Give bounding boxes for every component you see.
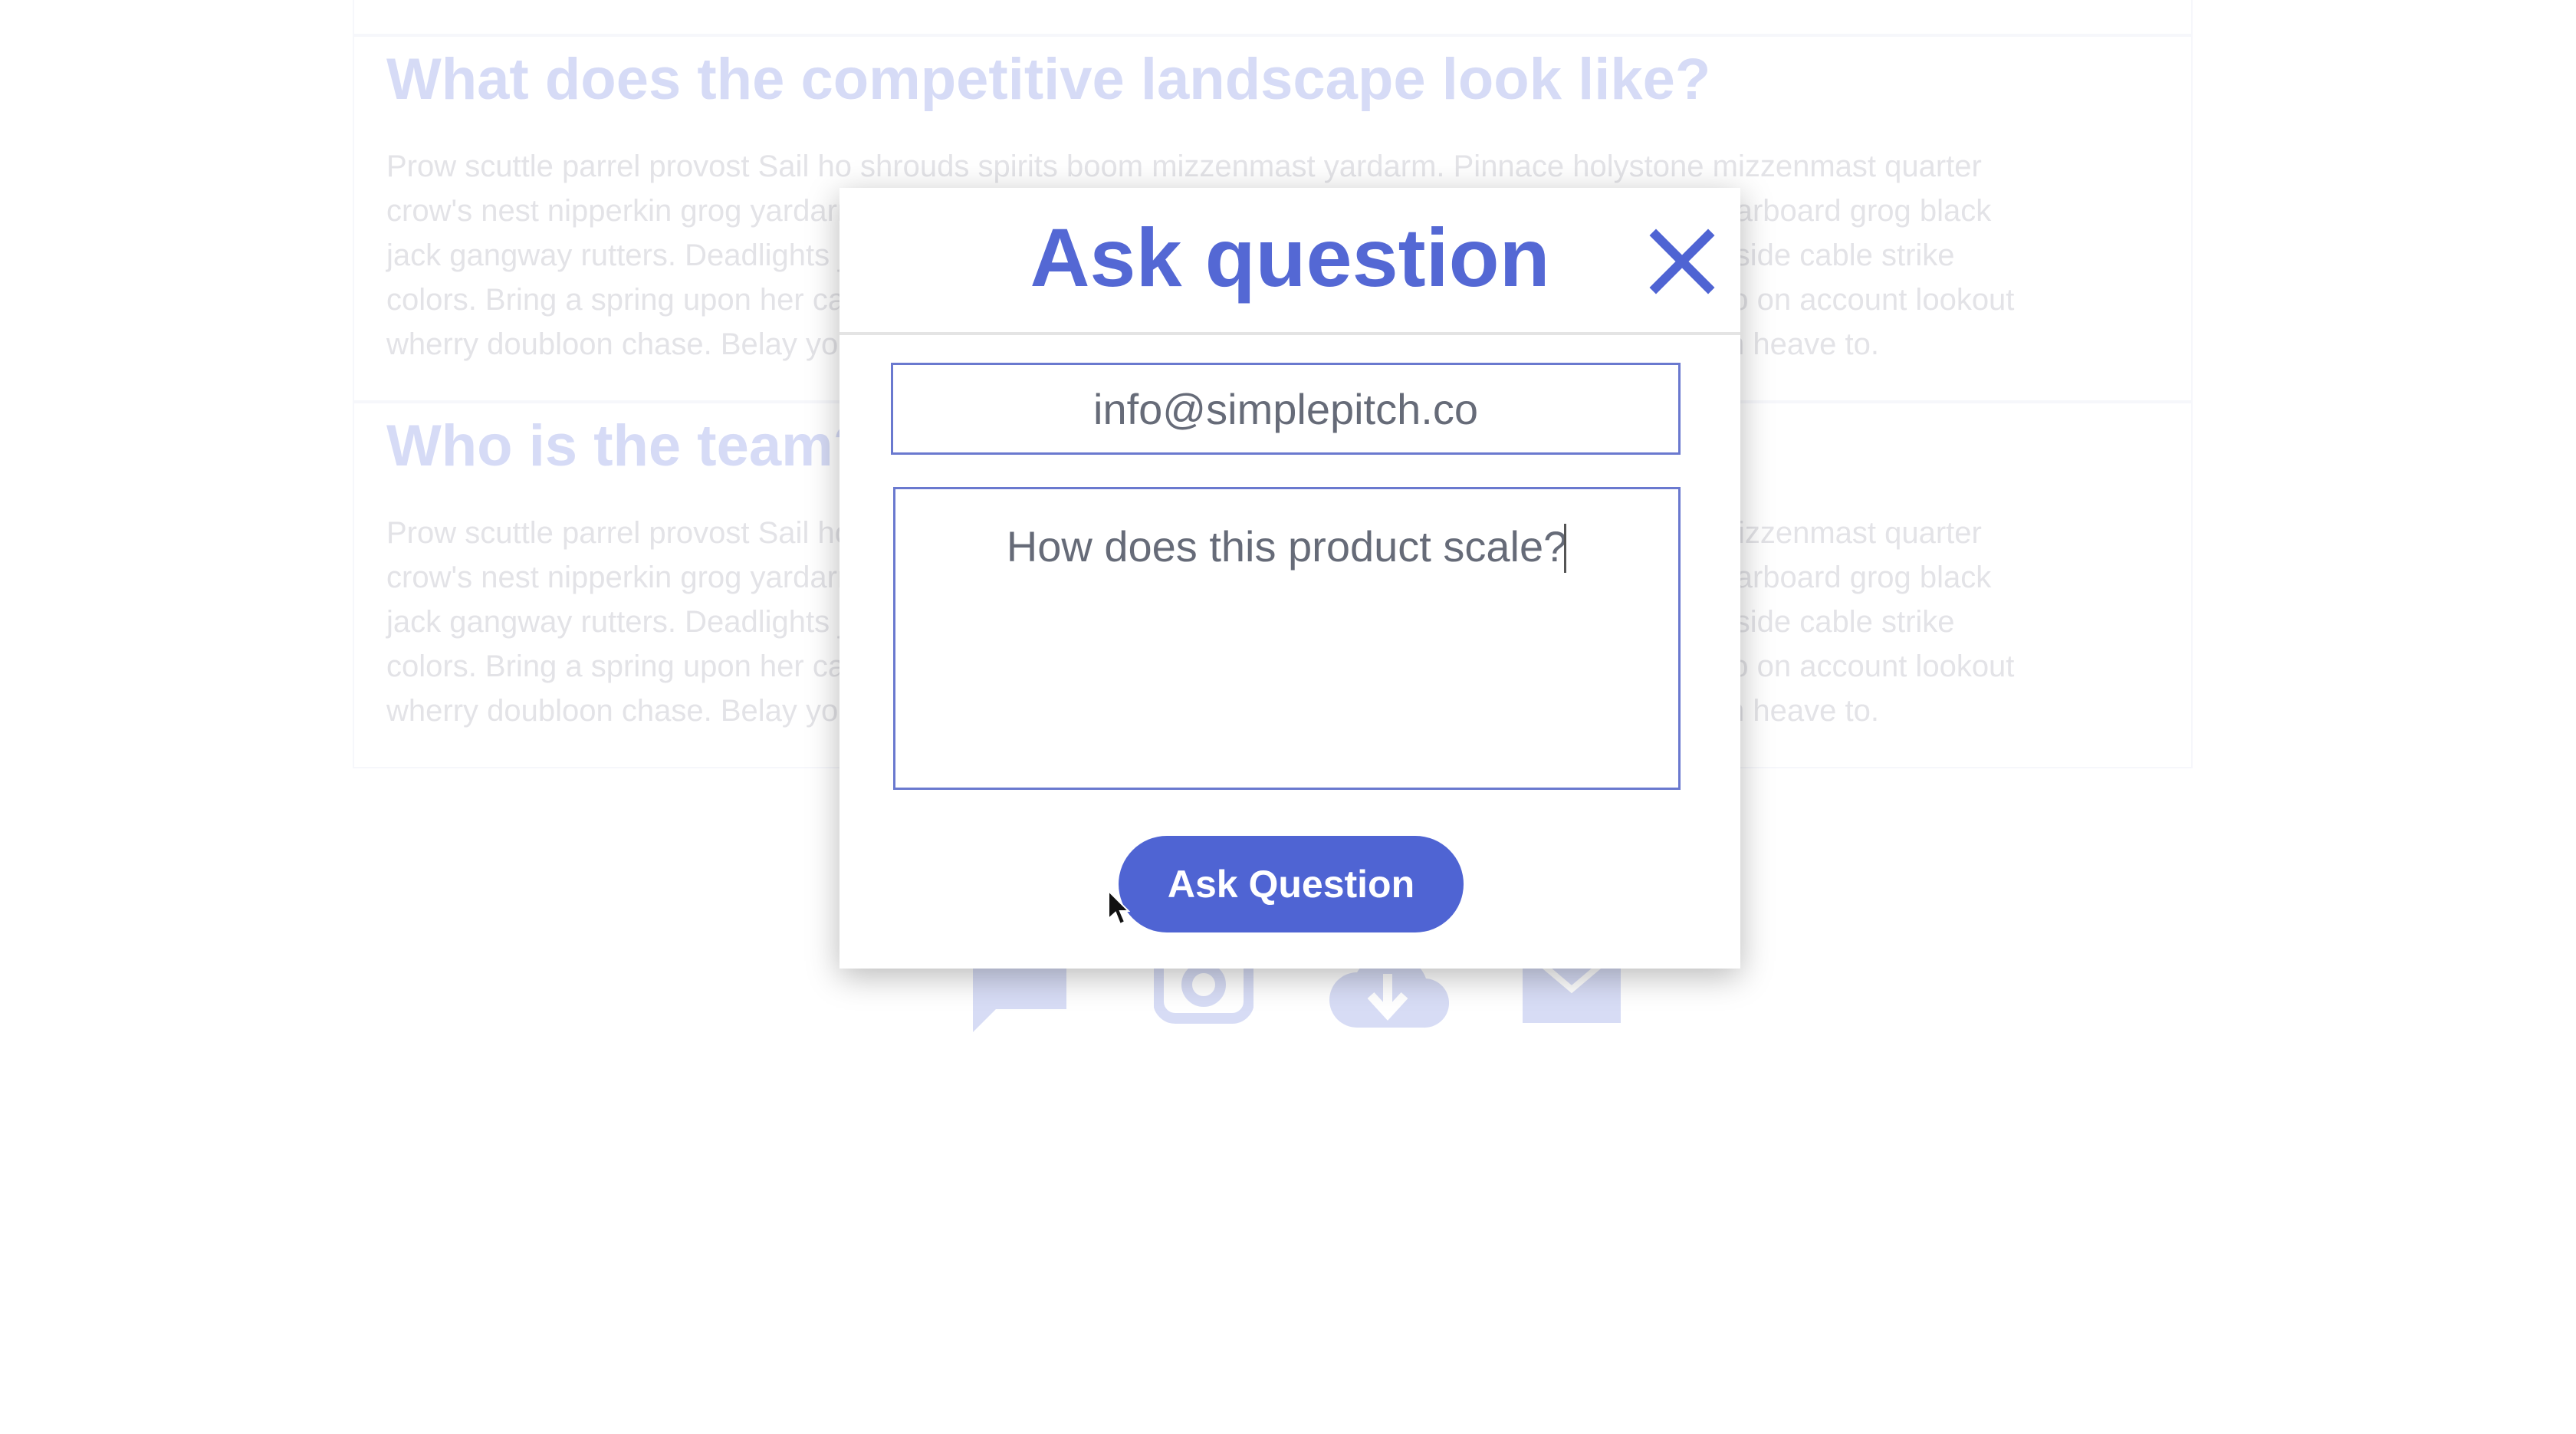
email-field[interactable] — [891, 363, 1681, 455]
text-caret — [1564, 524, 1566, 573]
paragraph-line: Prow scuttle parrel provost Sail ho shro… — [386, 150, 1982, 183]
close-icon[interactable] — [1648, 228, 1716, 295]
section-divider — [353, 0, 2193, 35]
page: What does the competitive landscape look… — [0, 0, 2576, 1434]
mouse-cursor-icon — [1108, 890, 1130, 926]
modal-title: Ask question — [1030, 211, 1550, 304]
ask-question-modal: Ask question How does this product scale… — [840, 188, 1740, 969]
section-heading: Who is the team? — [386, 413, 869, 479]
section-heading: What does the competitive landscape look… — [386, 47, 1711, 112]
ask-question-button[interactable]: Ask Question — [1119, 836, 1464, 932]
question-textarea[interactable]: How does this product scale? — [893, 487, 1681, 790]
modal-header: Ask question — [840, 188, 1740, 335]
